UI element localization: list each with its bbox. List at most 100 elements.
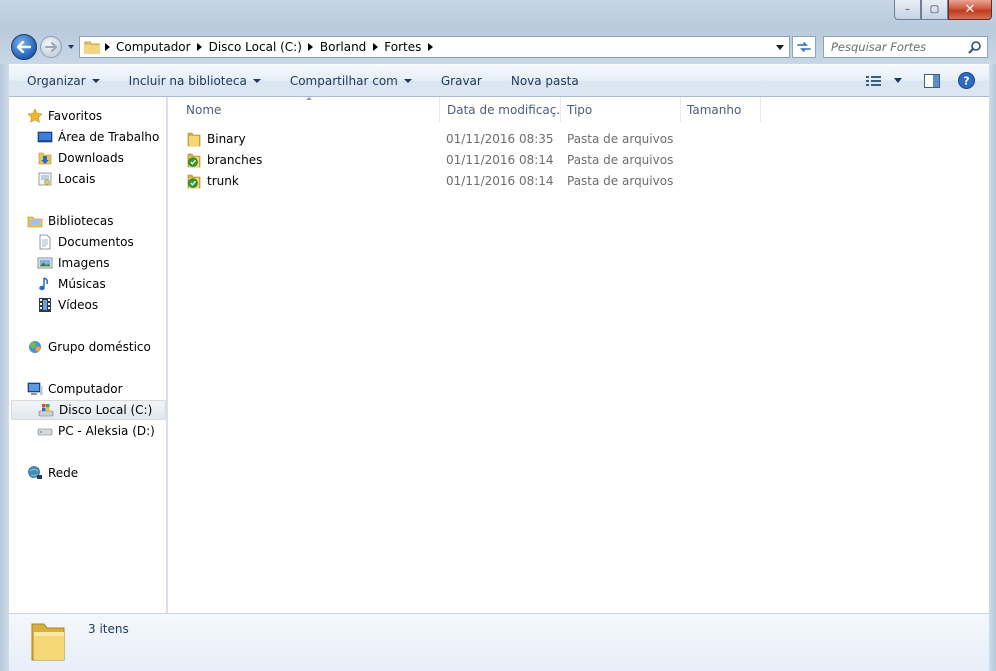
organize-menu[interactable]: Organizar: [18, 65, 109, 96]
breadcrumb-fortes[interactable]: Fortes: [382, 40, 423, 54]
sidebar-item-pictures[interactable]: Imagens: [37, 253, 109, 273]
sidebar-item-recent-places[interactable]: Locais: [37, 169, 95, 189]
column-header-date[interactable]: Data de modificaç...: [441, 97, 561, 122]
search-box[interactable]: [823, 36, 988, 58]
sidebar-item-drive-d[interactable]: PC - Aleksia (D:): [37, 421, 155, 441]
drive-icon: [37, 423, 53, 439]
navigation-row: Computador Disco Local (C:) Borland Fort…: [0, 32, 996, 62]
table-row[interactable]: Binary 01/11/2016 08:35 Pasta de arquivo…: [180, 128, 780, 149]
music-icon: [37, 276, 53, 292]
maximize-button[interactable]: ▢: [921, 0, 948, 20]
refresh-button[interactable]: [792, 36, 816, 58]
column-header-name[interactable]: Nome: [180, 97, 440, 122]
recent-pages-dropdown-icon[interactable]: [66, 42, 76, 52]
column-header-size[interactable]: Tamanho: [681, 97, 761, 122]
sidebar-item-documents[interactable]: Documentos: [37, 232, 134, 252]
folder-icon: [31, 623, 65, 661]
forward-button[interactable]: [40, 36, 62, 58]
back-button[interactable]: [11, 34, 37, 60]
search-input[interactable]: [831, 38, 971, 56]
sidebar-item-label: Documentos: [58, 235, 134, 249]
preview-pane-button[interactable]: [918, 65, 946, 96]
breadcrumb-borland[interactable]: Borland: [318, 40, 368, 54]
new-folder-label: Nova pasta: [510, 73, 579, 88]
sidebar-homegroup[interactable]: Grupo doméstico: [27, 337, 151, 357]
details-view-icon: [866, 75, 881, 86]
chevron-right-icon[interactable]: [423, 43, 437, 51]
address-bar[interactable]: Computador Disco Local (C:) Borland Fort…: [79, 36, 790, 58]
sidebar-item-videos[interactable]: Vídeos: [37, 295, 98, 315]
include-library-menu[interactable]: Incluir na biblioteca: [120, 65, 270, 96]
share-with-menu[interactable]: Compartilhar com: [281, 65, 421, 96]
file-name-cell: branches: [186, 149, 262, 170]
svn-folder-icon: [186, 173, 202, 189]
new-folder-button[interactable]: Nova pasta: [502, 65, 588, 96]
sidebar-item-label: Computador: [48, 382, 123, 396]
chevron-right-icon[interactable]: [368, 43, 382, 51]
close-button[interactable]: ✕: [948, 0, 992, 20]
desktop-icon: [37, 129, 53, 145]
background-window-blur: [4, 4, 864, 18]
search-icon[interactable]: [968, 40, 982, 54]
chevron-down-icon: [91, 78, 100, 83]
documents-icon: [37, 234, 53, 250]
minimize-button[interactable]: –: [894, 0, 921, 20]
help-button[interactable]: ?: [952, 65, 981, 96]
column-date-label: Data de modificaç...: [447, 102, 561, 117]
chevron-right-icon[interactable]: [100, 43, 114, 51]
sidebar-item-label: Disco Local (C:): [59, 403, 153, 417]
sidebar-item-downloads[interactable]: Downloads: [37, 148, 124, 168]
change-view-button[interactable]: [860, 65, 888, 96]
sidebar-item-label: Vídeos: [58, 298, 99, 312]
view-options-dropdown[interactable]: [888, 65, 908, 96]
maximize-icon: ▢: [929, 4, 940, 15]
file-type: Pasta de arquivos: [567, 173, 674, 188]
sidebar-item-label: Locais: [58, 172, 96, 186]
table-row[interactable]: branches 01/11/2016 08:14 Pasta de arqui…: [180, 149, 780, 170]
preview-pane-icon: [924, 73, 940, 88]
svn-folder-icon: [186, 152, 202, 168]
file-type: Pasta de arquivos: [567, 152, 674, 167]
chevron-down-icon: [403, 78, 412, 83]
sidebar-favorites[interactable]: Favoritos: [27, 106, 102, 126]
sidebar-item-label: PC - Aleksia (D:): [58, 424, 155, 438]
back-arrow-icon: [17, 41, 31, 53]
file-type: Pasta de arquivos: [567, 131, 674, 146]
recent-places-icon: [37, 171, 53, 187]
local-disk-icon: [38, 402, 54, 418]
breadcrumb-computer[interactable]: Computador: [114, 40, 193, 54]
column-name-label: Nome: [186, 102, 222, 117]
sidebar-item-label: Grupo doméstico: [48, 340, 151, 354]
sidebar-item-label: Área de Trabalho: [58, 130, 160, 144]
window-frame-left: [0, 64, 9, 671]
sidebar-network[interactable]: Rede: [27, 463, 78, 483]
breadcrumb: Computador Disco Local (C:) Borland Fort…: [100, 37, 437, 57]
address-history-dropdown[interactable]: [771, 37, 789, 57]
pictures-icon: [37, 255, 53, 271]
sidebar-item-label: Rede: [48, 466, 79, 480]
svg-text:?: ?: [963, 75, 969, 88]
file-name-cell: trunk: [186, 170, 239, 191]
chevron-down-icon: [252, 78, 261, 83]
chevron-right-icon[interactable]: [304, 43, 318, 51]
network-icon: [27, 465, 43, 481]
burn-label: Gravar: [440, 73, 482, 88]
sidebar-item-label: Bibliotecas: [48, 214, 114, 228]
help-icon: ?: [958, 72, 975, 89]
burn-button[interactable]: Gravar: [432, 65, 491, 96]
sidebar-libraries[interactable]: Bibliotecas: [27, 211, 113, 231]
breadcrumb-local-disk[interactable]: Disco Local (C:): [207, 40, 304, 54]
table-row[interactable]: trunk 01/11/2016 08:14 Pasta de arquivos: [180, 170, 780, 191]
homegroup-icon: [27, 339, 43, 355]
view-controls: ?: [860, 65, 989, 96]
column-size-label: Tamanho: [687, 102, 742, 117]
chevron-right-icon[interactable]: [193, 43, 207, 51]
libraries-icon: [27, 213, 43, 229]
sidebar-item-music[interactable]: Músicas: [37, 274, 106, 294]
column-header-type[interactable]: Tipo: [561, 97, 681, 122]
sidebar-item-desktop[interactable]: Área de Trabalho: [37, 127, 159, 147]
sidebar-item-local-disk-c[interactable]: Disco Local (C:): [11, 400, 166, 420]
file-date: 01/11/2016 08:14: [446, 152, 554, 167]
command-bar: Organizar Incluir na biblioteca Comparti…: [9, 64, 989, 97]
sidebar-computer[interactable]: Computador: [27, 379, 123, 399]
